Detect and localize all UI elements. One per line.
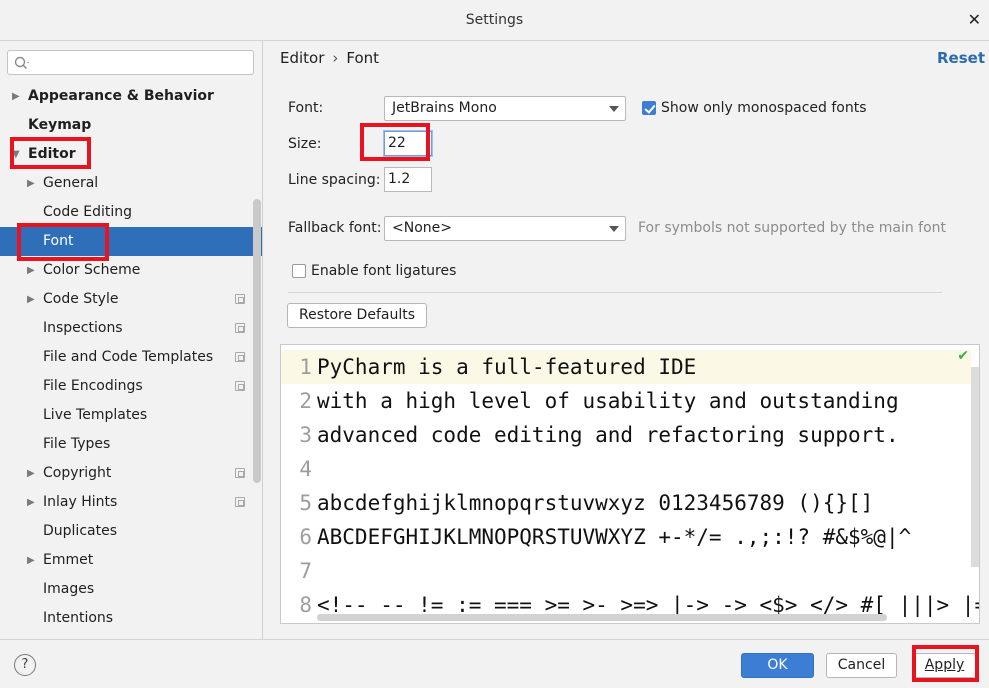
sidebar-item-label: Live Templates: [43, 407, 148, 423]
line-number: 4: [299, 457, 312, 481]
cancel-button[interactable]: Cancel: [826, 653, 897, 678]
project-settings-icon: [235, 352, 245, 362]
breadcrumb: Editor › Font: [280, 49, 379, 67]
sidebar-item-intentions[interactable]: Intentions: [0, 604, 262, 633]
check-icon: ✔: [957, 348, 969, 364]
sidebar-item-label: Inlay Hints: [43, 494, 118, 510]
preview-line-text: abcdefghijklmnopqrstuvwxyz 0123456789 ()…: [317, 491, 874, 515]
sidebar-item-label: Intentions: [43, 610, 114, 626]
font-select[interactable]: JetBrains Mono: [384, 96, 626, 121]
sidebar-item-images[interactable]: Images: [0, 575, 262, 604]
fallback-font-value: <None>: [392, 220, 452, 236]
project-settings-icon: [235, 468, 245, 478]
sidebar-scrollbar[interactable]: [253, 199, 261, 483]
line-number: 3: [299, 423, 312, 447]
chevron-down-icon: [609, 106, 619, 112]
sidebar-item-label: Images: [43, 581, 95, 597]
chevron-right-icon[interactable]: ▶: [27, 546, 35, 575]
search-icon: [14, 56, 29, 70]
ok-button[interactable]: OK: [741, 653, 814, 678]
chevron-right-icon[interactable]: ▶: [27, 459, 35, 488]
annotation-box-apply: [912, 645, 979, 682]
sidebar-item-file-and-code-templates[interactable]: File and Code Templates: [0, 343, 262, 372]
sidebar-item-label: File Types: [43, 436, 111, 452]
annotation-box-editor: [10, 137, 91, 169]
monospaced-only-checkbox[interactable]: [642, 101, 656, 115]
sidebar-item-duplicates[interactable]: Duplicates: [0, 517, 262, 546]
line-spacing-field[interactable]: 1.2: [384, 167, 432, 192]
breadcrumb-parent: Editor: [280, 49, 325, 67]
sidebar-item-copyright[interactable]: ▶ Copyright: [0, 459, 262, 488]
chevron-down-icon: [609, 226, 619, 232]
fallback-font-label: Fallback font:: [288, 220, 382, 236]
annotation-box-size: [360, 123, 430, 161]
preview-line-text: PyCharm is a full-featured IDE: [317, 355, 697, 379]
breadcrumb-current: Font: [346, 49, 380, 67]
sidebar-item-inspections[interactable]: Inspections: [0, 314, 262, 343]
preview-vertical-scrollbar[interactable]: [971, 367, 979, 567]
preview-line-text: ABCDEFGHIJKLMNOPQRSTUVWXYZ +-*/= .,;:!? …: [317, 525, 912, 549]
breadcrumb-separator: ›: [332, 49, 339, 67]
line-number: 2: [299, 389, 312, 413]
font-preview[interactable]: 1 PyCharm is a full-featured IDE 2 with a h…: [280, 344, 980, 624]
sidebar-item-inlay-hints[interactable]: ▶ Inlay Hints: [0, 488, 262, 517]
font-select-value: JetBrains Mono: [392, 100, 497, 116]
sidebar-item-live-templates[interactable]: Live Templates: [0, 401, 262, 430]
annotation-box-font: [17, 223, 109, 261]
project-settings-icon: [235, 323, 245, 333]
font-ligatures-checkbox[interactable]: [292, 264, 306, 278]
close-icon[interactable]: ✕: [968, 10, 981, 29]
font-ligatures-label: Enable font ligatures: [311, 263, 457, 279]
project-settings-icon: [235, 381, 245, 391]
sidebar-item-label: Duplicates: [43, 523, 117, 539]
sidebar-item-label: File and Code Templates: [43, 349, 214, 365]
chevron-right-icon[interactable]: ▶: [27, 488, 35, 517]
size-label: Size:: [288, 136, 322, 152]
project-settings-icon: [235, 497, 245, 507]
sidebar-item-emmet[interactable]: ▶ Emmet: [0, 546, 262, 575]
help-button[interactable]: ?: [14, 654, 36, 676]
line-number: 6: [299, 525, 312, 549]
line-number: 8: [299, 593, 312, 617]
sidebar-item-label: Emmet: [43, 552, 94, 568]
sidebar-item-file-encodings[interactable]: File Encodings: [0, 372, 262, 401]
sidebar-item-general[interactable]: ▶ General: [0, 169, 262, 198]
sidebar-item-label: Inspections: [43, 320, 123, 336]
reset-link[interactable]: Reset: [937, 49, 985, 67]
window-title: Settings: [465, 12, 524, 28]
line-number: 5: [299, 491, 312, 515]
restore-defaults-button[interactable]: Restore Defaults: [287, 303, 427, 328]
line-number: 1: [299, 355, 312, 379]
line-spacing-label: Line spacing:: [288, 172, 381, 188]
dialog-footer: ? OK Cancel Apply: [0, 639, 989, 688]
title-bar: Settings ✕: [0, 0, 989, 41]
sidebar-item-label: General: [43, 175, 99, 191]
chevron-right-icon[interactable]: ▶: [27, 169, 35, 198]
sidebar-item-code-style[interactable]: ▶ Code Style: [0, 285, 262, 314]
sidebar-item-keymap[interactable]: Keymap: [0, 111, 262, 140]
chevron-right-icon[interactable]: ▶: [27, 285, 35, 314]
search-input[interactable]: [7, 50, 254, 75]
monospaced-only-label: Show only monospaced fonts: [661, 100, 867, 116]
preview-line-text: with a high level of usability and outst…: [317, 389, 899, 413]
sidebar-item-appearance-behavior[interactable]: ▶ Appearance & Behavior: [0, 82, 262, 111]
sidebar-item-label: Copyright: [43, 465, 112, 481]
sidebar-item-label: Code Style: [43, 291, 119, 307]
settings-sidebar: ▶ Appearance & Behavior Keymap ▼ Editor ▶ Gene…: [0, 41, 263, 639]
chevron-right-icon[interactable]: ▶: [12, 82, 20, 111]
fallback-font-hint: For symbols not supported by the main fo…: [638, 220, 947, 236]
sidebar-item-file-types[interactable]: File Types: [0, 430, 262, 459]
preview-horizontal-scrollbar[interactable]: [317, 614, 887, 621]
divider: [288, 292, 942, 293]
sidebar-item-label: Keymap: [28, 117, 92, 133]
sidebar-item-label: Appearance & Behavior: [28, 88, 214, 104]
font-label: Font:: [288, 100, 324, 116]
sidebar-item-label: File Encodings: [43, 378, 143, 394]
preview-line-text: advanced code editing and refactoring su…: [317, 423, 899, 447]
project-settings-icon: [235, 294, 245, 304]
line-number: 7: [299, 559, 312, 583]
fallback-font-select[interactable]: <None>: [384, 216, 626, 241]
